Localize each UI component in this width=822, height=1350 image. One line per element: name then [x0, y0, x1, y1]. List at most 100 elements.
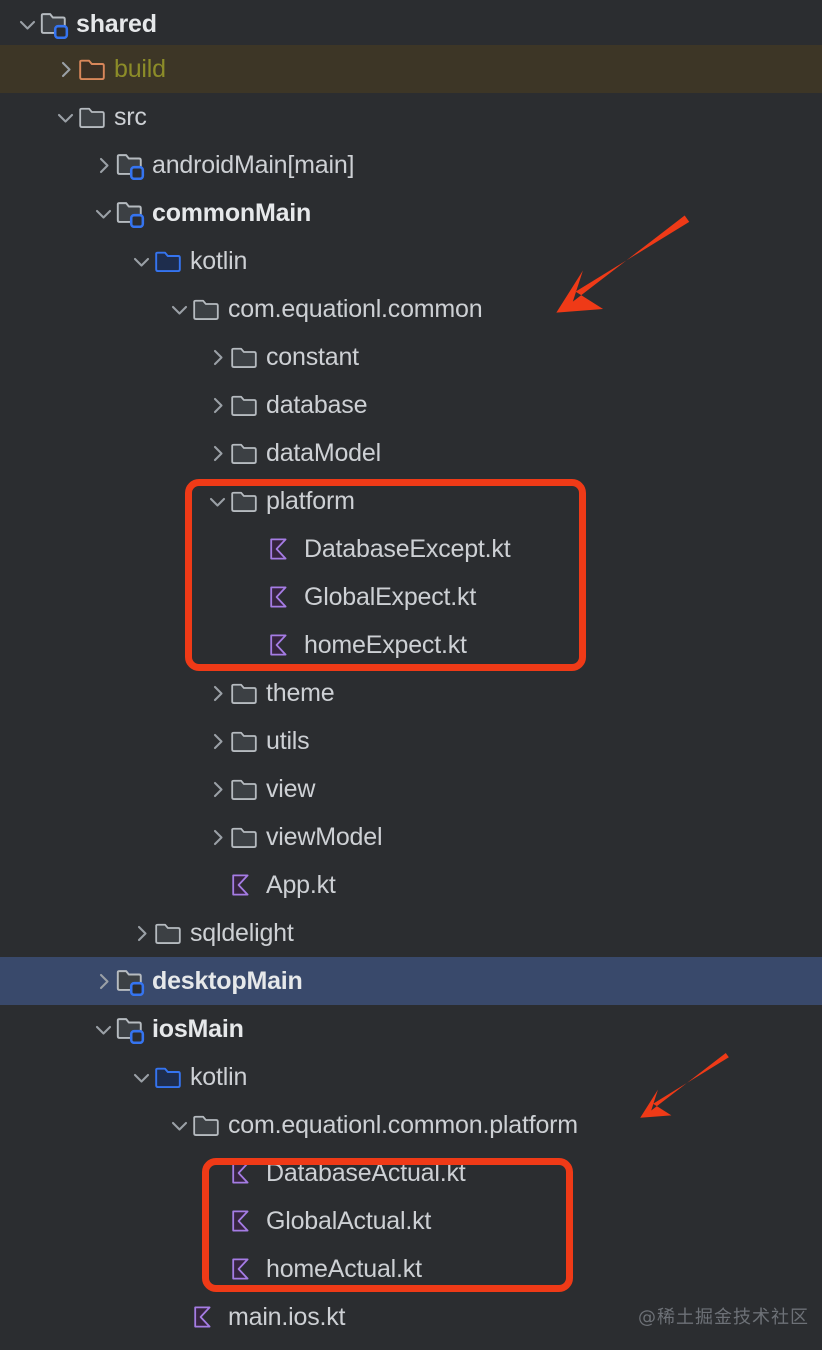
- twisty-placeholder: [204, 1245, 230, 1293]
- tree-row-GlobalExpect[interactable]: GlobalExpect.kt: [0, 573, 822, 621]
- kotlin-file-icon: [230, 1149, 260, 1197]
- chevron-down-icon[interactable]: [90, 189, 116, 237]
- chevron-right-icon[interactable]: [90, 957, 116, 1005]
- tree-row-pkg-ios[interactable]: com.equationl.common.platform: [0, 1101, 822, 1149]
- tree-row-homeActual[interactable]: homeActual.kt: [0, 1245, 822, 1293]
- tree-row-pkg-common[interactable]: com.equationl.common: [0, 285, 822, 333]
- tree-row-DatabaseExcept[interactable]: DatabaseExcept.kt: [0, 525, 822, 573]
- chevron-down-icon[interactable]: [166, 1101, 192, 1149]
- tree-row-iosMain[interactable]: iosMain: [0, 1005, 822, 1053]
- tree-row-database[interactable]: database: [0, 381, 822, 429]
- twisty-placeholder: [204, 1197, 230, 1245]
- folder-icon: [230, 429, 260, 477]
- tree-row-DatabaseActual[interactable]: DatabaseActual.kt: [0, 1149, 822, 1197]
- tree-row-constant[interactable]: constant: [0, 333, 822, 381]
- tree-row-label: database: [266, 390, 368, 419]
- folder-icon: [230, 717, 260, 765]
- tree-row-label: GlobalExpect.kt: [304, 582, 477, 611]
- tree-row-label: sqldelight: [190, 918, 294, 947]
- source-folder-icon: [154, 237, 184, 285]
- tree-row-src[interactable]: src: [0, 93, 822, 141]
- tree-row-label: com.equationl.common: [228, 294, 483, 323]
- tree-row-label: iosMain: [152, 1014, 244, 1043]
- folder-icon: [192, 285, 222, 333]
- tree-row-label: constant: [266, 342, 359, 371]
- module-folder-icon: [40, 0, 70, 48]
- chevron-right-icon[interactable]: [204, 381, 230, 429]
- tree-row-label-suffix: [main]: [287, 150, 355, 179]
- twisty-placeholder: [242, 525, 268, 573]
- kotlin-file-icon: [192, 1293, 222, 1341]
- twisty-placeholder: [242, 573, 268, 621]
- tree-row-build[interactable]: build: [0, 45, 822, 93]
- tree-row-shared[interactable]: shared: [0, 0, 822, 48]
- chevron-down-icon[interactable]: [128, 237, 154, 285]
- chevron-right-icon[interactable]: [204, 669, 230, 717]
- tree-row-androidMain[interactable]: androidMain [main]: [0, 141, 822, 189]
- tree-row-label: commonMain: [152, 198, 312, 227]
- tree-row-kotlin-common[interactable]: kotlin: [0, 237, 822, 285]
- tree-row-utils[interactable]: utils: [0, 717, 822, 765]
- chevron-down-icon[interactable]: [52, 93, 78, 141]
- watermark: @稀土掘金技术社区: [638, 1307, 809, 1328]
- tree-row-sqldelight[interactable]: sqldelight: [0, 909, 822, 957]
- tree-row-view[interactable]: view: [0, 765, 822, 813]
- kotlin-file-icon: [230, 1245, 260, 1293]
- tree-row-label: androidMain: [152, 150, 288, 179]
- chevron-right-icon[interactable]: [204, 813, 230, 861]
- tree-row-viewModel[interactable]: viewModel: [0, 813, 822, 861]
- tree-row-label: kotlin: [190, 246, 248, 275]
- tree-row-kotlin-ios[interactable]: kotlin: [0, 1053, 822, 1101]
- tree-row-label: App.kt: [266, 870, 336, 899]
- folder-icon: [78, 93, 108, 141]
- folder-icon: [230, 765, 260, 813]
- excluded-folder-icon: [78, 45, 108, 93]
- tree-row-label: build: [114, 54, 166, 83]
- chevron-right-icon[interactable]: [204, 717, 230, 765]
- chevron-down-icon[interactable]: [90, 1005, 116, 1053]
- project-tree[interactable]: shared build src androidMain [main] commonMa…: [0, 0, 822, 1350]
- tree-row-label: shared: [76, 9, 157, 38]
- tree-row-App[interactable]: App.kt: [0, 861, 822, 909]
- tree-row-commonMain[interactable]: commonMain: [0, 189, 822, 237]
- tree-row-platform[interactable]: platform: [0, 477, 822, 525]
- tree-row-label: homeExpect.kt: [304, 630, 467, 659]
- tree-row-theme[interactable]: theme: [0, 669, 822, 717]
- kotlin-file-icon: [230, 861, 260, 909]
- chevron-right-icon[interactable]: [204, 333, 230, 381]
- tree-row-desktopMain[interactable]: desktopMain: [0, 957, 822, 1005]
- chevron-down-icon[interactable]: [204, 477, 230, 525]
- tree-row-label: desktopMain: [152, 966, 303, 995]
- tree-row-label: viewModel: [266, 822, 383, 851]
- tree-row-dataModel[interactable]: dataModel: [0, 429, 822, 477]
- folder-icon: [230, 381, 260, 429]
- chevron-down-icon[interactable]: [128, 1053, 154, 1101]
- tree-row-label: com.equationl.common.platform: [228, 1110, 578, 1139]
- tree-row-label: DatabaseExcept.kt: [304, 534, 511, 563]
- tree-row-label: src: [114, 102, 147, 131]
- tree-row-label: dataModel: [266, 438, 381, 467]
- folder-icon: [230, 333, 260, 381]
- folder-icon: [230, 477, 260, 525]
- folder-icon: [154, 909, 184, 957]
- chevron-right-icon[interactable]: [90, 141, 116, 189]
- chevron-right-icon[interactable]: [204, 429, 230, 477]
- chevron-right-icon[interactable]: [204, 765, 230, 813]
- tree-row-label: view: [266, 774, 316, 803]
- chevron-down-icon[interactable]: [166, 285, 192, 333]
- twisty-placeholder: [204, 1149, 230, 1197]
- tree-row-GlobalActual[interactable]: GlobalActual.kt: [0, 1197, 822, 1245]
- chevron-right-icon[interactable]: [52, 45, 78, 93]
- tree-row-label: main.ios.kt: [228, 1302, 346, 1331]
- chevron-right-icon[interactable]: [128, 909, 154, 957]
- chevron-down-icon[interactable]: [14, 0, 40, 48]
- tree-row-label: DatabaseActual.kt: [266, 1158, 466, 1187]
- kotlin-file-icon: [268, 573, 298, 621]
- tree-row-label: homeActual.kt: [266, 1254, 422, 1283]
- folder-icon: [230, 669, 260, 717]
- tree-row-homeExpect[interactable]: homeExpect.kt: [0, 621, 822, 669]
- tree-row-label: utils: [266, 726, 310, 755]
- folder-icon: [230, 813, 260, 861]
- folder-icon: [192, 1101, 222, 1149]
- twisty-placeholder: [204, 861, 230, 909]
